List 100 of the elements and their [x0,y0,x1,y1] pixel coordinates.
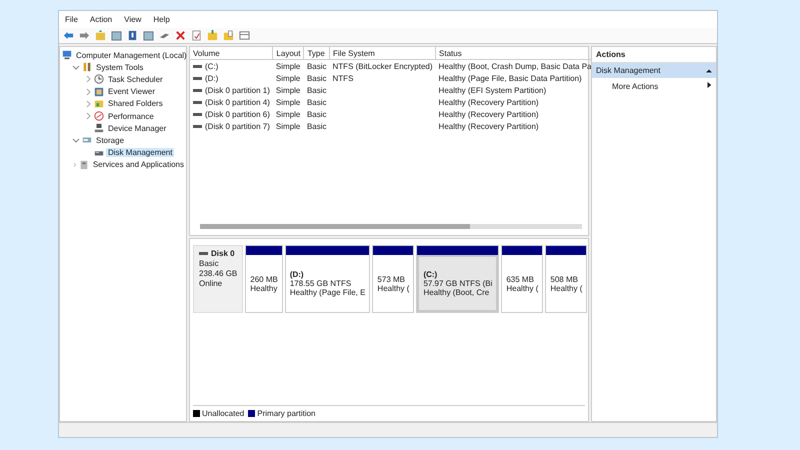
partition-band [246,246,282,255]
tree-item[interactable]: Disk Management [106,148,174,158]
partition-size: 178.55 GB NTFS [290,279,352,288]
column-header[interactable]: Type [304,47,330,60]
help-icon[interactable] [127,30,138,41]
collapse-icon[interactable] [706,68,712,74]
storage-icon [82,135,92,146]
partition-band [373,246,414,255]
forward-icon[interactable] [79,30,90,41]
legend-label: Unallocated [202,409,244,418]
tree-item[interactable]: Shared Folders [106,99,165,108]
table-cell: Healthy (Recovery Partition) [438,98,539,106]
back-icon[interactable] [63,30,74,41]
disk-name: Disk 0 [211,249,235,258]
column-header[interactable]: File System [330,47,436,60]
partition-size: 57.97 GB NTFS (Bi [423,279,492,288]
panel-icon[interactable] [143,30,154,41]
log-icon [94,86,104,97]
menu-item[interactable]: File [65,15,78,24]
partition-size: 573 MB [377,274,406,284]
gauge-icon [94,111,104,122]
table-cell: Simple [276,110,300,118]
partition-size: 635 MB [506,274,535,284]
partition-status: Healthy (Page File, E [290,288,366,297]
chevron-icon[interactable] [84,75,92,84]
table-cell: NTFS [332,74,354,82]
panel-icon[interactable] [111,30,122,41]
chevron-icon[interactable] [84,112,92,120]
table-cell: NTFS (BitLocker Encrypted) [332,62,433,70]
table-cell: (D:) [205,74,218,82]
device-icon [94,123,104,134]
disk-size: 238.46 GB [199,269,238,278]
chevron-icon[interactable] [72,160,77,169]
partition-status: Healthy ( [506,284,538,292]
table-cell: Healthy (Recovery Partition) [438,110,539,118]
table-cell: Basic [306,74,327,82]
partition-status: Healthy [250,284,278,292]
tree-item[interactable]: System Tools [94,62,146,72]
action-item[interactable]: More Actions [592,78,716,95]
tree-item[interactable]: Services and Applications [90,160,186,170]
table-cell: Healthy (EFI System Partition) [438,86,546,94]
table-cell: (Disk 0 partition 7) [205,122,270,130]
table-cell: Simple [276,98,300,106]
checklist-icon[interactable] [191,30,202,41]
action-section[interactable]: Disk Management [592,63,716,78]
table-cell: Basic [306,122,327,130]
services-icon [78,160,89,170]
window-icon[interactable] [239,30,250,41]
clock-icon [94,74,104,84]
column-header[interactable]: Volume [190,47,273,60]
scrollbar[interactable] [200,224,582,229]
chevron-icon[interactable] [84,100,92,108]
legend-label: Primary partition [257,409,316,418]
partition[interactable]: 508 MB Healthy ( [545,245,588,313]
chevron-icon[interactable] [72,136,80,144]
partition-title: (D:) [290,270,305,279]
table-cell: (C:) [205,62,218,70]
partition-status: Healthy (Boot, Cre [423,288,490,297]
table-cell: Simple [276,86,300,94]
menu-item[interactable]: Help [153,15,170,24]
table-cell: Basic [306,62,327,70]
delete-icon[interactable] [175,30,186,41]
tree-item[interactable]: Storage [94,136,126,145]
disk-type: Basic [199,259,220,268]
partition-band [502,246,542,255]
menu-item[interactable]: View [124,15,142,24]
table-cell: Simple [276,122,300,130]
partition-status: Healthy ( [377,284,410,292]
partition-size: 508 MB [550,274,579,284]
disk-status: Online [199,279,224,288]
column-header[interactable]: Layout [272,47,304,60]
tools-icon [82,62,92,72]
partition[interactable]: 635 MB Healthy ( [501,245,544,313]
partition[interactable]: (D:) 178.55 GB NTFS Healthy (Page File, E [284,245,370,313]
table-cell: Healthy (Boot, Crash Dump, Basic Data Pa [438,62,592,70]
chevron-icon[interactable] [84,88,92,96]
tree-item[interactable]: Event Viewer [106,87,157,96]
menu-item[interactable]: Action [90,15,112,24]
partition[interactable]: 573 MB Healthy ( [372,245,414,313]
tree-item[interactable]: Computer Management (Local) [74,50,189,60]
partition[interactable]: (C:) 57.97 GB NTFS (Bi Healthy (Boot, Cre [416,245,500,313]
table-cell: (Disk 0 partition 1) [205,86,270,94]
partition-status: Healthy ( [550,284,582,292]
submenu-arrow-icon [706,82,712,88]
computer-icon [62,50,72,60]
partition-band [546,246,586,255]
table-cell: Basic [306,98,327,106]
partition-size: 260 MB [250,274,278,284]
tree-item[interactable]: Task Scheduler [106,74,165,84]
partition-title: (C:) [423,270,438,279]
chevron-icon[interactable] [72,63,80,72]
table-cell: Simple [276,74,300,82]
table-cell: Basic [306,110,327,118]
share-icon [94,98,104,109]
table-cell: (Disk 0 partition 6) [205,110,270,118]
tree-item[interactable]: Performance [106,112,156,121]
table-cell: Healthy (Recovery Partition) [438,122,539,130]
partition[interactable]: 260 MB Healthy [245,245,283,313]
tree-item[interactable]: Device Manager [106,124,168,133]
table-cell: Healthy (Page File, Basic Data Partition) [438,74,582,82]
